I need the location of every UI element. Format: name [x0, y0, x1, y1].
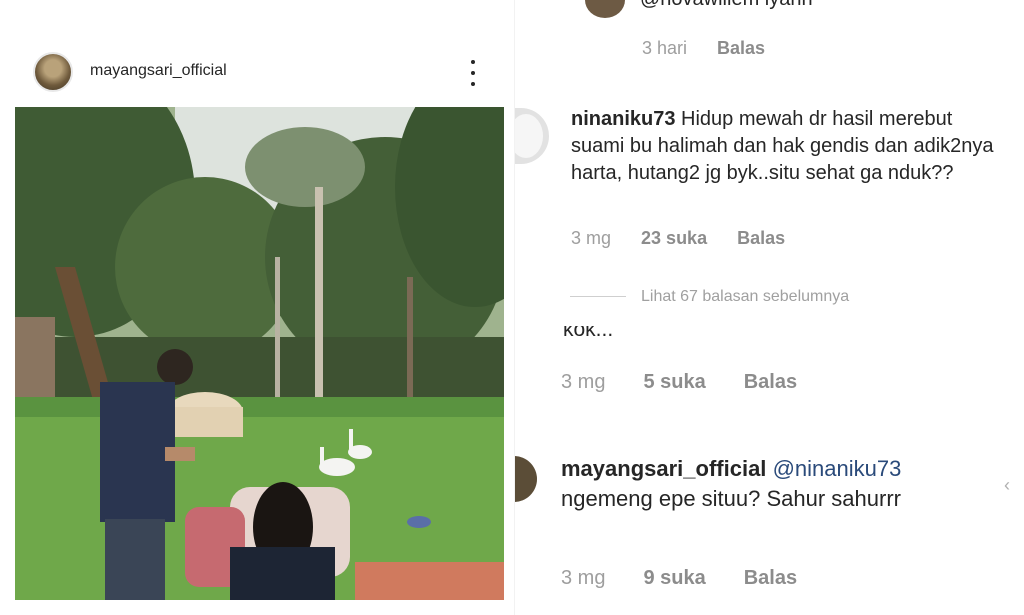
comment-meta: 3 mg 23 suka Balas	[571, 228, 815, 249]
comment-text: @novawillem iyahh	[640, 0, 813, 11]
commenter-avatar[interactable]	[515, 456, 537, 502]
reply-button[interactable]: Balas	[717, 38, 765, 58]
post-photo[interactable]	[15, 107, 504, 600]
comment-time: 3 mg	[561, 567, 606, 589]
comment-body: ninaniku73 Hidup mewah dr hasil merebut …	[571, 106, 1001, 187]
comment-username[interactable]: mayangsari_official	[561, 456, 766, 481]
comment-username[interactable]: ninaniku73	[571, 108, 675, 130]
reply-divider	[570, 296, 626, 297]
comment-meta: 3 mg 9 suka Balas	[561, 567, 835, 590]
post-header: mayangsari_official	[0, 50, 520, 96]
reply-button[interactable]: Balas	[744, 567, 797, 589]
comment-meta: 3 mg 5 suka Balas	[561, 371, 835, 394]
post-username[interactable]: mayangsari_official	[90, 62, 227, 80]
likes-count[interactable]: 23 suka	[641, 228, 707, 248]
reply-button[interactable]: Balas	[737, 228, 785, 248]
chevron-left-icon: ‹	[1004, 475, 1010, 495]
post-panel: mayangsari_official	[0, 0, 520, 615]
more-vertical-icon[interactable]	[464, 60, 482, 86]
likes-count[interactable]: 5 suka	[643, 371, 705, 393]
comment-meta: 3 hari Balas	[642, 38, 765, 59]
commenter-avatar[interactable]	[585, 0, 625, 18]
comment-body: mayangsari_official @ninaniku73 ngemeng …	[561, 454, 1001, 514]
user-avatar[interactable]	[33, 52, 73, 92]
comment-mention[interactable]: @ninaniku73	[773, 456, 902, 481]
commenter-avatar[interactable]	[515, 108, 549, 164]
view-replies-link[interactable]: Lihat 67 balasan sebelumnya	[570, 286, 970, 306]
comment-time: 3 mg	[561, 371, 606, 393]
truncated-reply: kok...	[563, 326, 613, 348]
reply-button[interactable]: Balas	[744, 371, 797, 393]
comment-time: 3 mg	[571, 228, 612, 248]
comments-panel: @novawillem iyahh 3 hari Balas ninaniku73…	[515, 0, 1024, 615]
comment-time: 3 hari	[642, 38, 688, 58]
view-replies-label: Lihat 67 balasan sebelumnya	[641, 288, 850, 305]
likes-count[interactable]: 9 suka	[643, 567, 705, 589]
truncated-text: kok...	[563, 326, 614, 341]
comment-text: ngemeng epe situu? Sahur sahurrr	[561, 486, 901, 511]
